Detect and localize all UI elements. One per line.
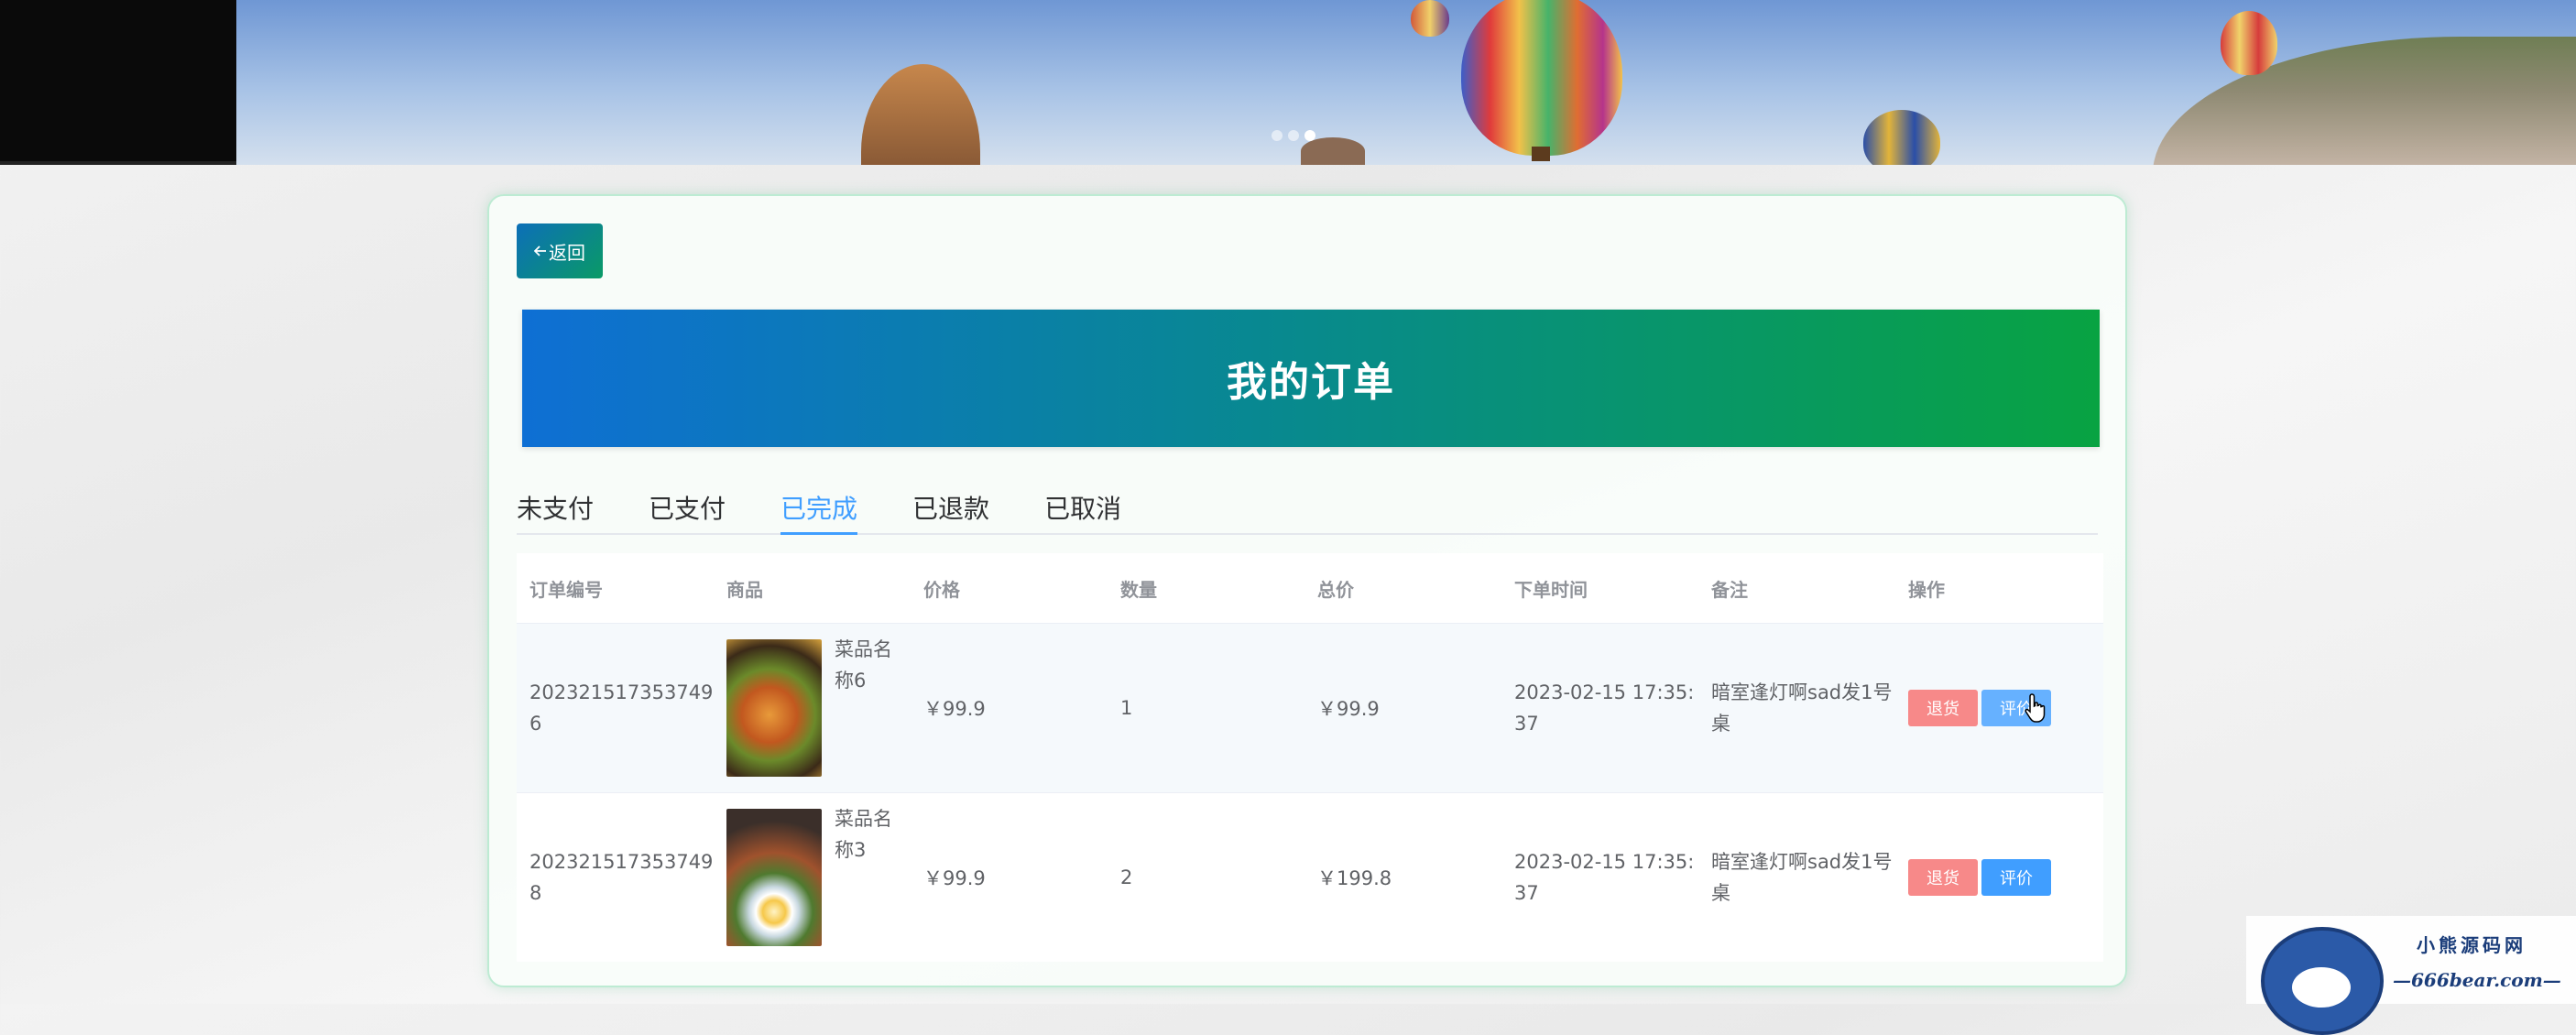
- tab-refunded[interactable]: 已退款: [912, 487, 989, 533]
- column-header: 数量: [1120, 578, 1157, 601]
- order-remark: 暗室逢灯啊sad发1号桌: [1711, 681, 1893, 735]
- back-button[interactable]: 返回: [517, 223, 603, 278]
- order-status-tabs: 未支付 已支付 已完成 已退款 已取消: [517, 487, 2098, 535]
- page-title: 我的订单: [1227, 359, 1395, 406]
- total-price: ￥99.9: [1317, 698, 1380, 720]
- orders-card: 返回 我的订单 未支付 已支付 已完成 已退款 已取消 订单编号 商品 价格 数…: [487, 194, 2127, 987]
- refund-button[interactable]: 退货: [1908, 859, 1978, 896]
- actions-cell: 退货 评价: [1895, 690, 2103, 726]
- tab-unpaid[interactable]: 未支付: [517, 487, 594, 533]
- balloon-image: [1863, 110, 1940, 165]
- goods-cell: 菜品名称3: [714, 808, 911, 946]
- column-header: 下单时间: [1514, 578, 1588, 601]
- column-header: 订单编号: [529, 578, 603, 601]
- column-header: 价格: [923, 578, 960, 601]
- watermark-url: —666bear.com—: [2393, 969, 2561, 991]
- tab-cancelled[interactable]: 已取消: [1044, 487, 1121, 533]
- column-header: 操作: [1908, 578, 1945, 601]
- banner-rock: [861, 64, 980, 165]
- banner-dark-edge: [0, 0, 236, 165]
- dish-image[interactable]: [726, 809, 822, 946]
- order-time: 2023-02-15 17:35:37: [1514, 681, 1695, 735]
- carousel-dot[interactable]: [1272, 130, 1283, 141]
- dish-image[interactable]: [726, 639, 822, 777]
- actions-cell: 退货 评价: [1895, 859, 2103, 896]
- goods-cell: 菜品名称6: [714, 638, 911, 777]
- order-number: 2023215173537498: [529, 851, 714, 904]
- balloon-image: [2221, 11, 2277, 75]
- banner-rock: [1301, 137, 1365, 165]
- order-number: 2023215173537496: [529, 681, 714, 735]
- table-row[interactable]: 2023215173537496 菜品名称6 ￥99.9 1 ￥99.9 202…: [517, 623, 2103, 792]
- bear-logo-icon: [2261, 927, 2384, 1035]
- hero-banner: [0, 0, 2576, 165]
- table-header: 订单编号 商品 价格 数量 总价 下单时间 备注 操作: [517, 553, 2103, 623]
- arrow-left-icon: [533, 240, 547, 262]
- order-time: 2023-02-15 17:35:37: [1514, 851, 1695, 904]
- back-button-label: 返回: [549, 241, 585, 264]
- order-remark: 暗室逢灯啊sad发1号桌: [1711, 851, 1893, 904]
- total-price: ￥199.8: [1317, 867, 1392, 889]
- tab-paid[interactable]: 已支付: [649, 487, 726, 533]
- page-title-bar: 我的订单: [522, 310, 2100, 447]
- column-header: 备注: [1711, 578, 1748, 601]
- price: ￥99.9: [923, 698, 986, 720]
- banner-hill: [2153, 37, 2576, 165]
- review-button[interactable]: 评价: [1981, 859, 2051, 896]
- watermark-title: 小熊源码网: [2417, 934, 2527, 956]
- quantity: 1: [1120, 697, 1133, 719]
- dish-name: 菜品名称3: [835, 808, 892, 861]
- balloon-image: [1461, 0, 1622, 156]
- carousel-dot[interactable]: [1288, 130, 1299, 141]
- hand-pointer-icon: [2025, 692, 2048, 724]
- dish-name: 菜品名称6: [835, 638, 892, 692]
- column-header: 总价: [1317, 578, 1354, 601]
- carousel-dot-active[interactable]: [1304, 130, 1315, 141]
- quantity: 2: [1120, 866, 1133, 888]
- tab-completed[interactable]: 已完成: [780, 487, 858, 535]
- refund-button[interactable]: 退货: [1908, 690, 1978, 726]
- site-watermark: 小熊源码网 —666bear.com—: [2246, 916, 2576, 1035]
- price: ￥99.9: [923, 867, 986, 889]
- carousel-indicators: [1272, 130, 1315, 141]
- table-row[interactable]: 2023215173537498 菜品名称3 ￥99.9 2 ￥199.8 20…: [517, 792, 2103, 962]
- balloon-basket: [1532, 147, 1550, 161]
- balloon-image: [1411, 0, 1449, 37]
- orders-table: 订单编号 商品 价格 数量 总价 下单时间 备注 操作 202321517353…: [517, 553, 2103, 962]
- column-header: 商品: [726, 578, 763, 601]
